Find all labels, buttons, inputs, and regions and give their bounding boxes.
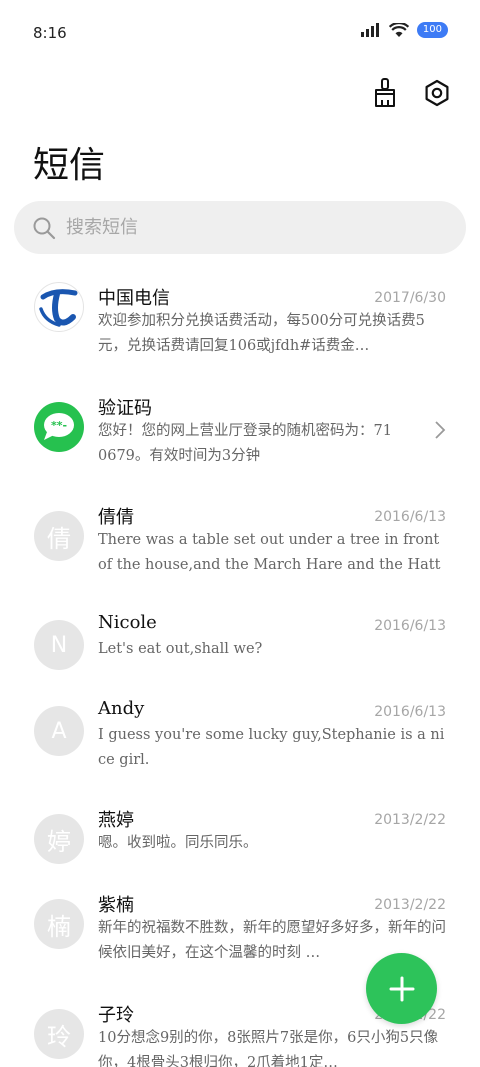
avatar: 婷 <box>34 814 84 864</box>
avatar: 倩 <box>34 511 84 561</box>
clean-button[interactable] <box>368 76 402 110</box>
message-date: 2016/6/13 <box>374 618 446 634</box>
list-item[interactable]: **- 验证码 您好！您的网上营业厅登录的随机密码为：710679。有效时间为3… <box>0 378 480 487</box>
battery-badge: 100 <box>416 22 448 38</box>
china-telecom-logo <box>39 289 78 327</box>
top-actions <box>368 76 454 110</box>
plus-icon <box>389 976 414 1001</box>
message-date: 2016/6/13 <box>374 704 446 720</box>
list-item[interactable]: N Nicole 2016/6/13 Let's eat out,shall w… <box>0 596 480 682</box>
list-item[interactable]: A Andy 2016/6/13 I guess you're some luc… <box>0 682 480 790</box>
avatar: A <box>34 706 84 756</box>
contact-name: 倩倩 <box>98 507 134 528</box>
svg-text:**-: **- <box>51 419 67 432</box>
message-preview: I guess you're some lucky guy,Stephanie … <box>98 727 445 768</box>
message-preview: 欢迎参加积分兑换话费活动，每500分可兑换话费5元，兑换话费请回复106或jfd… <box>98 313 425 354</box>
message-preview: 您好！您的网上营业厅登录的随机密码为：710679。有效时间为3分钟 <box>98 423 392 464</box>
avatar: N <box>34 620 84 670</box>
contact-name: 验证码 <box>98 398 152 419</box>
search-bar[interactable] <box>14 201 466 254</box>
message-bubble-icon: **- <box>44 413 74 440</box>
settings-icon <box>425 79 449 107</box>
avatar: **- <box>34 402 84 452</box>
chevron-right-icon[interactable] <box>434 420 446 440</box>
status-bar: 8:16 100 <box>0 0 480 66</box>
message-date: 2016/6/13 <box>374 509 446 525</box>
search-input[interactable] <box>66 217 426 238</box>
message-preview: Let's eat out,shall we? <box>98 641 263 657</box>
list-item[interactable]: 中国电信 2017/6/30 欢迎参加积分兑换话费活动，每500分可兑换话费5元… <box>0 268 480 378</box>
avatar: 玲 <box>34 1009 84 1059</box>
signal-icon <box>360 23 379 37</box>
avatar: 楠 <box>34 899 84 949</box>
message-list: 中国电信 2017/6/30 欢迎参加积分兑换话费活动，每500分可兑换话费5元… <box>0 268 480 1067</box>
contact-name: Nicole <box>98 612 157 633</box>
message-date: 2013/2/22 <box>374 897 446 913</box>
status-icons: 100 <box>360 22 448 38</box>
settings-button[interactable] <box>420 76 454 110</box>
page-title: 短信 <box>33 145 106 186</box>
message-date: 2017/6/30 <box>374 290 446 306</box>
search-icon <box>33 217 56 239</box>
message-preview: 10分想念9别的你，8张照片7张是你，6只小狗5只像你，4根骨头3根归你，2爪着… <box>98 1030 439 1067</box>
contact-name: 中国电信 <box>98 288 170 309</box>
contact-name: Andy <box>98 698 145 719</box>
message-date: 2013/2/22 <box>374 812 446 828</box>
avatar <box>34 282 84 332</box>
contact-name: 子玲 <box>98 1005 134 1026</box>
new-message-button[interactable] <box>366 953 437 1024</box>
list-item[interactable]: 婷 燕婷 2013/2/22 嗯。收到啦。同乐同乐。 <box>0 790 480 875</box>
contact-name: 紫楠 <box>98 895 134 916</box>
status-time: 8:16 <box>33 24 67 42</box>
broom-icon <box>375 78 395 107</box>
message-preview: 嗯。收到啦。同乐同乐。 <box>98 835 258 851</box>
message-preview: There was a table set out under a tree i… <box>98 532 441 573</box>
wifi-icon <box>388 22 409 37</box>
list-item[interactable]: 倩 倩倩 2016/6/13 There was a table set out… <box>0 487 480 596</box>
contact-name: 燕婷 <box>98 810 134 831</box>
